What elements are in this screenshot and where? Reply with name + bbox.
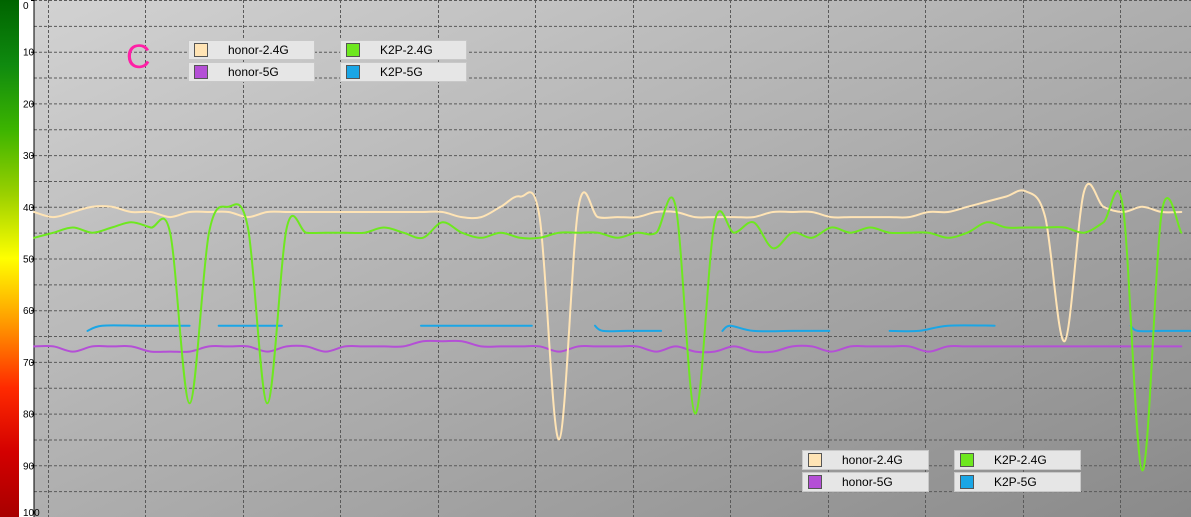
legend-swatch: [808, 475, 822, 489]
legend-label: honor-2.4G: [228, 43, 289, 57]
legend-swatch: [960, 475, 974, 489]
y-tick-label: 40: [23, 203, 35, 214]
legend-label: K2P-5G: [380, 65, 423, 79]
legend-label: K2P-5G: [994, 475, 1037, 489]
legend-swatch: [194, 65, 208, 79]
legend-swatch: [346, 43, 360, 57]
legend-item-k2p-5g: K2P-5G: [954, 472, 1081, 492]
y-tick-label: 60: [23, 306, 35, 317]
legend-swatch: [808, 453, 822, 467]
legend-label: honor-5G: [842, 475, 893, 489]
legend-item-k2p-2-4g: K2P-2.4G: [954, 450, 1081, 470]
legend-item-k2p-2-4g: K2P-2.4G: [340, 40, 467, 60]
legend-label: K2P-2.4G: [994, 453, 1047, 467]
legend-item-honor-2-4g: honor-2.4G: [802, 450, 929, 470]
y-tick-label: 10: [23, 48, 35, 59]
legend-swatch: [194, 43, 208, 57]
legend-item-k2p-5g: K2P-5G: [340, 62, 467, 82]
legend-swatch: [960, 453, 974, 467]
y-tick-label: 0: [23, 1, 29, 12]
y-tick-label: 90: [23, 461, 35, 472]
y-tick-label: 20: [23, 99, 35, 110]
legend-item-honor-5g: honor-5G: [802, 472, 929, 492]
legend-label: honor-2.4G: [842, 453, 903, 467]
legend-label: honor-5G: [228, 65, 279, 79]
legend-item-honor-5g: honor-5G: [188, 62, 315, 82]
chart-canvas: 0 10 20 30 40 50 60 70 80 90 100 C: [0, 0, 1191, 517]
y-tick-label: 100: [23, 508, 40, 517]
y-tick-label: 70: [23, 358, 35, 369]
legend-label: K2P-2.4G: [380, 43, 433, 57]
y-tick-label: 30: [23, 151, 35, 162]
y-tick-label: 50: [23, 255, 35, 266]
legend-swatch: [346, 65, 360, 79]
y-tick-label: 80: [23, 410, 35, 421]
legend-item-honor-2-4g: honor-2.4G: [188, 40, 315, 60]
signal-strength-chart: 0 10 20 30 40 50 60 70 80 90 100 C honor-2.4G K2P-…: [0, 0, 1191, 517]
colorbar: [0, 0, 19, 517]
legend-bottom: honor-2.4G K2P-2.4G honor-5G K2P-5G: [802, 450, 1081, 492]
legend-top: honor-2.4G K2P-2.4G honor-5G K2P-5G: [188, 40, 467, 82]
corner-letter-c: C: [126, 38, 151, 76]
